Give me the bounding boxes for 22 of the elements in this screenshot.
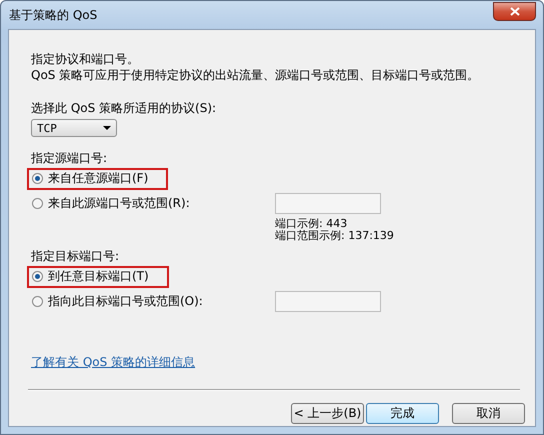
close-button[interactable] (493, 2, 536, 20)
dialog-button[interactable]: 完成 (366, 403, 439, 424)
radio-option[interactable]: 来自任意源端口(F) (27, 168, 168, 190)
radio-option[interactable]: 来自此源端口号或范围(R): (27, 192, 210, 214)
port-example: 端口范围示例: 137:139 (275, 230, 395, 242)
port-field[interactable] (275, 193, 381, 214)
destination-port-label: 指定目标端口号: (31, 248, 120, 264)
caret-icon (103, 126, 111, 130)
window-title: 基于策略的 QoS (8, 6, 98, 24)
dialog-button[interactable]: < 上一步(B) (291, 403, 364, 424)
intro-description: QoS 策略可应用于使用特定协议的出站流量、源端口号或范围、目标端口号或范围。 (31, 67, 480, 83)
intro-heading: 指定协议和端口号。 (31, 51, 140, 67)
radio-option[interactable]: 指向此目标端口号或范围(O): (27, 290, 223, 312)
port-example: 端口示例: 443 (275, 218, 348, 230)
protocol-dropdown[interactable]: TCP (31, 119, 117, 137)
help-link[interactable]: 了解有关 QoS 策略的详细信息 (31, 354, 196, 370)
source-port-label: 指定源端口号: (31, 150, 108, 166)
close-icon (510, 6, 520, 16)
radio-option[interactable]: 到任意目标端口(T) (27, 266, 169, 288)
dialog-button[interactable]: 取消 (452, 403, 525, 424)
port-field[interactable] (275, 291, 381, 312)
protocol-label: 选择此 QoS 策略所适用的协议(S): (31, 100, 218, 116)
